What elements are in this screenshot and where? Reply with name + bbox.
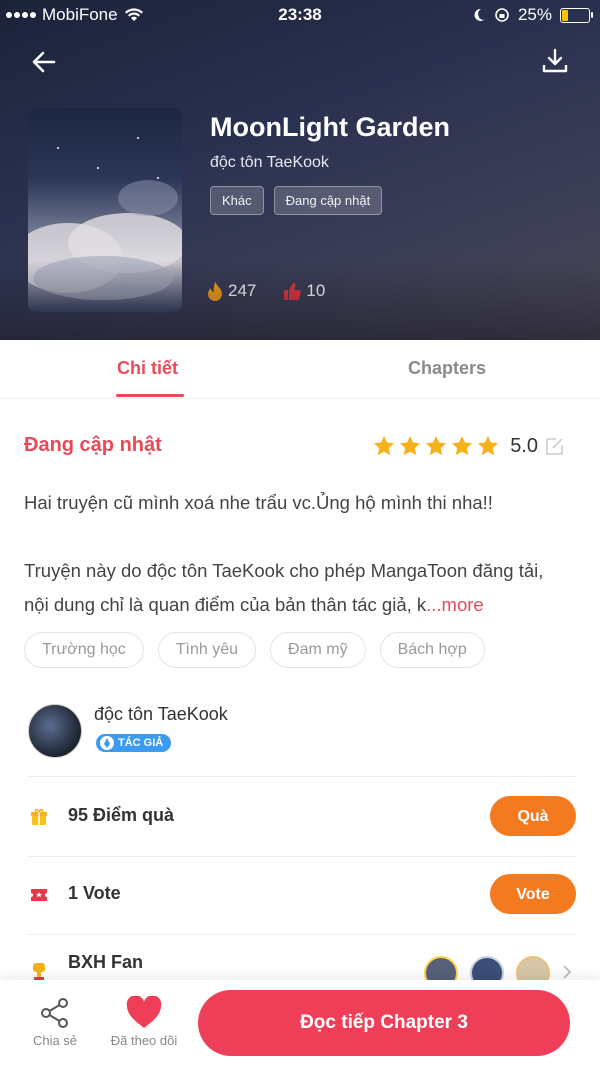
likes-count: 10 (306, 281, 326, 300)
active-tab-indicator (116, 394, 184, 397)
star-icon (478, 436, 499, 456)
description: Hai truyện cũ mình xoá nhe trẩu vc.Ủng h… (24, 486, 564, 622)
moon-icon (474, 8, 485, 21)
fire-icon (208, 281, 222, 301)
battery-percent: 25% (517, 5, 552, 24)
rating-value: 5.0 (510, 434, 538, 457)
author-row[interactable]: độc tôn TaeKook TÁC GIẢ (28, 700, 576, 777)
genre-chips: Trường học Tình yêu Đam mỹ Bách hợp (24, 632, 485, 668)
fan-ranking-label: BXH Fan (68, 952, 144, 972)
vote-button[interactable]: Vote (490, 874, 576, 914)
description-line-1: Hai truyện cũ mình xoá nhe trẩu vc.Ủng h… (24, 492, 493, 513)
share-label: Chia sẻ (32, 1033, 78, 1048)
gift-points: 95 Điểm quà (68, 805, 175, 825)
ticket-icon (31, 889, 47, 901)
genre-chip[interactable]: Đam mỹ (270, 632, 366, 668)
genre-chip[interactable]: Bách hợp (379, 632, 485, 668)
tab-details[interactable]: Chi tiết (117, 358, 178, 379)
tag-category[interactable]: Khác (210, 186, 264, 215)
book-author: độc tôn TaeKook (210, 154, 329, 171)
views-stat: 247 (206, 280, 256, 302)
follow-button[interactable]: Đã theo dõi (104, 995, 184, 1048)
heart-icon (126, 995, 162, 1028)
star-icon (374, 436, 395, 456)
follow-label: Đã theo dõi (110, 1033, 178, 1048)
status-bar: MobiFone 23:38 25% (0, 0, 600, 30)
genre-chip[interactable]: Tình yêu (157, 632, 257, 668)
download-icon[interactable] (540, 46, 570, 76)
rotation-lock-icon (495, 8, 509, 22)
battery-icon (560, 7, 593, 23)
tag-status[interactable]: Đang cập nhật (273, 186, 383, 215)
update-status: Đang cập nhật (24, 434, 162, 456)
tab-chapters[interactable]: Chapters (408, 358, 486, 379)
views-count: 247 (228, 281, 257, 300)
share-icon (41, 998, 68, 1028)
genre-chip[interactable]: Trường học (24, 632, 144, 668)
share-button[interactable]: Chia sẻ (28, 996, 82, 1048)
back-arrow-icon[interactable] (28, 46, 60, 78)
star-icon (426, 436, 447, 456)
description-line-2: Truyện này do độc tôn TaeKook cho phép M… (24, 560, 544, 615)
gift-button[interactable]: Quà (490, 796, 576, 836)
gift-row: 95 Điểm quà Quà (28, 778, 576, 857)
gift-icon (31, 808, 47, 825)
likes-stat: 10 (282, 280, 325, 302)
vote-count: 1 Vote (68, 883, 121, 903)
star-icon (452, 436, 473, 456)
fan-ranking-row[interactable]: BXH Fan (28, 934, 576, 990)
author-avatar[interactable] (28, 704, 82, 758)
trophy-icon (33, 963, 45, 980)
edit-icon[interactable] (544, 435, 566, 457)
bottom-action-bar: Chia sẻ Đã theo dõi Đọc tiếp Chapter 3 (0, 980, 600, 1067)
author-badge-icon (100, 736, 114, 750)
rating: 5.0 (372, 434, 566, 458)
more-link[interactable]: ...more (426, 594, 484, 615)
chevron-right-icon (563, 965, 572, 979)
book-title: MoonLight Garden (210, 112, 450, 142)
continue-reading-button[interactable]: Đọc tiếp Chapter 3 (198, 990, 570, 1056)
book-cover (28, 108, 182, 312)
book-header: MobiFone 23:38 25% MoonLight Garden độc … (0, 0, 600, 340)
vote-row: 1 Vote Vote (28, 856, 576, 935)
author-badge: TÁC GIẢ (96, 734, 172, 752)
star-icon (400, 436, 421, 456)
author-name[interactable]: độc tôn TaeKook (94, 704, 228, 725)
tab-bar: Chi tiết Chapters (0, 340, 600, 399)
thumbs-up-icon (284, 283, 302, 300)
